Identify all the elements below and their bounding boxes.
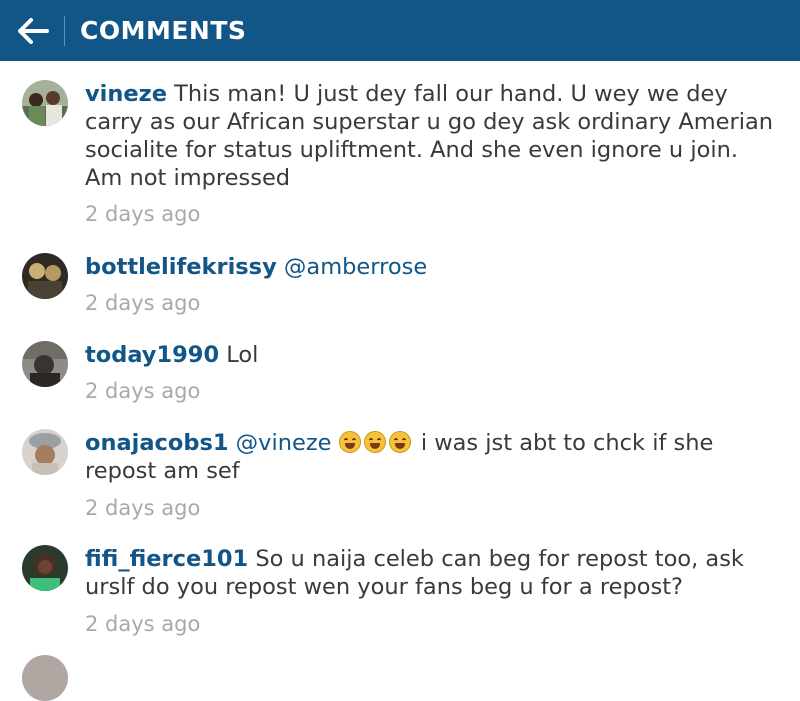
- top-app-bar: COMMENTS: [0, 0, 800, 61]
- comment-timestamp: 2 days ago: [85, 379, 201, 403]
- back-button[interactable]: [16, 14, 50, 48]
- avatar[interactable]: [22, 429, 68, 475]
- header-divider: [64, 16, 65, 46]
- comment-body: vineze This man! U just dey fall our han…: [85, 80, 775, 192]
- arrow-left-icon: [18, 18, 49, 44]
- avatar[interactable]: [22, 341, 68, 387]
- comment-body: today1990 Lol: [85, 341, 775, 369]
- comment-username[interactable]: onajacobs1: [85, 430, 229, 456]
- comment-username[interactable]: fifi_fierce101: [85, 546, 248, 572]
- avatar[interactable]: [22, 545, 68, 591]
- comment-timestamp: 2 days ago: [85, 496, 201, 520]
- comment-body: fifi_fierce101 So u naija celeb can beg …: [85, 545, 775, 601]
- comment-body: bottlelifekrissy @amberrose: [85, 253, 775, 281]
- comment-timestamp: 2 days ago: [85, 291, 201, 315]
- comment-username[interactable]: bottlelifekrissy: [85, 254, 277, 280]
- comment-mention[interactable]: @amberrose: [284, 254, 427, 280]
- comment-username[interactable]: today1990: [85, 342, 219, 368]
- comment-text: This man! U just dey fall our hand. U we…: [85, 81, 774, 191]
- avatar[interactable]: [22, 253, 68, 299]
- face-with-tears-of-joy-icon: [338, 430, 414, 456]
- avatar[interactable]: [22, 80, 68, 126]
- comment-timestamp: 2 days ago: [85, 612, 201, 636]
- comment-body: onajacobs1 @vineze i was jst abt to chck…: [85, 429, 775, 485]
- comment-username[interactable]: vineze: [85, 81, 167, 107]
- comment-timestamp: 2 days ago: [85, 202, 201, 226]
- comment-mention[interactable]: @vineze: [236, 430, 332, 456]
- comment-text: Lol: [226, 342, 259, 368]
- page-title: COMMENTS: [80, 16, 247, 45]
